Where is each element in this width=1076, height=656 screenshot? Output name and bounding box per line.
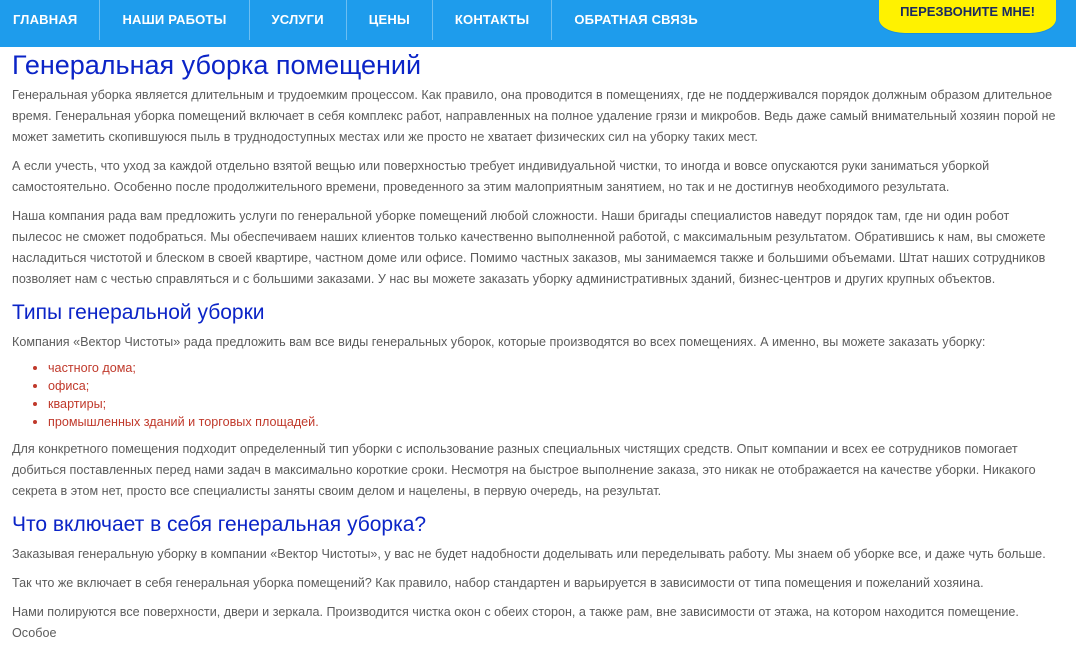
callback-request-button[interactable]: ПЕРЕЗВОНИТЕ МНЕ! xyxy=(879,0,1056,33)
main-menu: ГЛАВНАЯ НАШИ РАБОТЫ УСЛУГИ ЦЕНЫ КОНТАКТЫ… xyxy=(0,0,720,40)
list-item: квартиры; xyxy=(32,395,1062,413)
intro-paragraph-2: А если учесть, что уход за каждой отдель… xyxy=(12,159,990,194)
types-lead-paragraph: Компания «Вектор Чистоты» рада предложит… xyxy=(12,335,986,349)
page-title: Генеральная уборка помещений xyxy=(12,50,422,80)
list-item: офиса; xyxy=(32,377,1062,395)
cleaning-types-list: частного дома; офиса; квартиры; промышле… xyxy=(12,359,1062,431)
includes-paragraph-1: Заказывая генеральную уборку в компании … xyxy=(12,547,1046,561)
types-heading: Типы генеральной уборки xyxy=(12,301,265,324)
list-item: частного дома; xyxy=(32,359,1062,377)
nav-item-contacts[interactable]: КОНТАКТЫ xyxy=(433,0,553,40)
includes-heading: Что включает в себя генеральная уборка? xyxy=(12,513,427,536)
nav-item-home[interactable]: ГЛАВНАЯ xyxy=(0,0,101,40)
intro-paragraph-3: Наша компания рада вам предложить услуги… xyxy=(12,209,1046,286)
nav-item-our-works[interactable]: НАШИ РАБОТЫ xyxy=(100,0,250,40)
includes-paragraph-3: Нами полируются все поверхности, двери и… xyxy=(12,605,1019,640)
nav-item-services[interactable]: УСЛУГИ xyxy=(250,0,347,40)
intro-paragraph-1: Генеральная уборка является длительным и… xyxy=(12,88,1056,144)
includes-paragraph-2: Так что же включает в себя генеральная у… xyxy=(12,576,984,590)
types-after-paragraph: Для конкретного помещения подходит опред… xyxy=(12,442,1036,498)
nav-item-feedback[interactable]: ОБРАТНАЯ СВЯЗЬ xyxy=(552,0,719,40)
nav-item-prices[interactable]: ЦЕНЫ xyxy=(347,0,433,40)
main-content: Генеральная уборка помещений Генеральная… xyxy=(12,47,1062,652)
top-navigation-bar: ГЛАВНАЯ НАШИ РАБОТЫ УСЛУГИ ЦЕНЫ КОНТАКТЫ… xyxy=(0,0,1076,47)
list-item: промышленных зданий и торговых площадей. xyxy=(32,413,1062,431)
